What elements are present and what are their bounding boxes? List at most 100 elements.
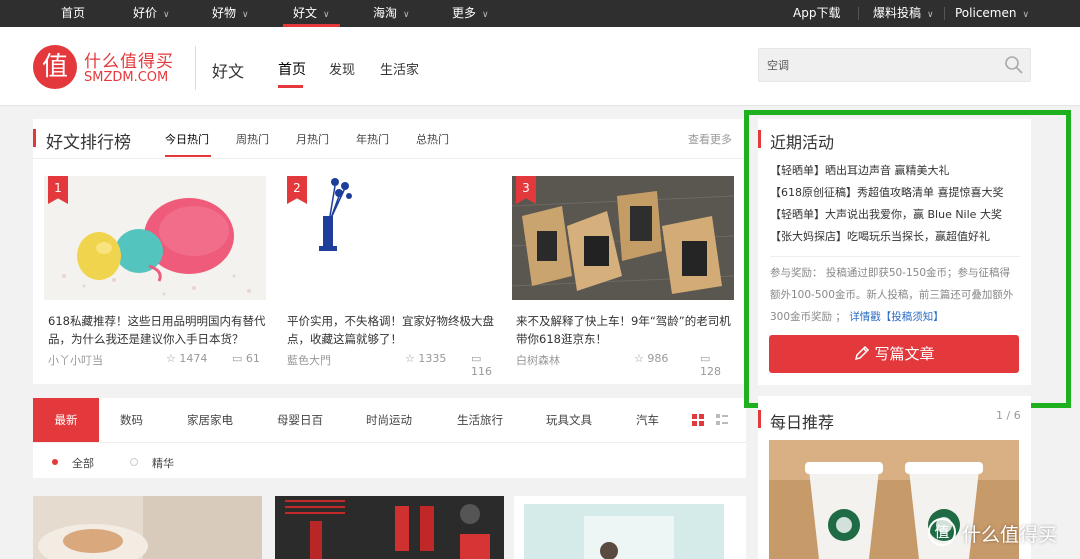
article-title[interactable]: 618私藏推荐！这些日用品明明国内有替代品，为什么我还是建议你入手日本货？ xyxy=(48,312,266,348)
comments: ▭ 116 xyxy=(471,352,505,378)
topnav-more-label: 更多 xyxy=(452,6,477,20)
article-thumbnail[interactable] xyxy=(33,496,262,559)
topnav-home[interactable]: 首页 xyxy=(61,0,85,27)
topnav-deals[interactable]: 好价 ∨ xyxy=(133,0,170,27)
star-icon: ☆ xyxy=(166,352,176,365)
section-accent-bar xyxy=(758,410,761,428)
radio-unselected-icon[interactable] xyxy=(130,458,138,466)
topnav-submit[interactable]: 爆料投稿 ∨ xyxy=(873,0,934,27)
username-label: Policemen xyxy=(955,6,1017,20)
site-header: 值 什么值得买 SMZDM.COM 好文 首页 发现 生活家 xyxy=(0,27,1080,106)
tab-latest[interactable]: 最新 xyxy=(33,398,99,442)
article-thumbnail[interactable]: 1 xyxy=(44,176,266,300)
divider xyxy=(33,442,746,443)
article-thumbnail[interactable] xyxy=(514,496,746,559)
comment-icon: ▭ xyxy=(232,352,243,365)
search-icon[interactable] xyxy=(1004,55,1024,75)
divider xyxy=(858,7,859,20)
chevron-down-icon: ∨ xyxy=(927,10,934,20)
topnav-user-menu[interactable]: Policemen ∨ xyxy=(955,0,1029,27)
topnav-goods[interactable]: 好物 ∨ xyxy=(212,0,249,27)
star-icon: ☆ xyxy=(405,352,415,365)
chevron-down-icon: ∨ xyxy=(323,10,330,20)
comment-count: 128 xyxy=(700,365,721,378)
tab-life-travel[interactable]: 生活旅行 xyxy=(457,398,503,442)
author-name[interactable]: 小丫小叮当 xyxy=(48,352,103,368)
topnav-app-label: App下载 xyxy=(793,6,841,20)
comment-count: 61 xyxy=(245,352,260,365)
chevron-down-icon: ∨ xyxy=(403,10,410,20)
section-accent-bar xyxy=(33,129,36,147)
tab-month-hot[interactable]: 月热门 xyxy=(296,131,329,147)
topnav-submit-label: 爆料投稿 xyxy=(873,6,922,20)
article-title[interactable]: 来不及解释了快上车！9年“驾龄”的老司机带你618逛京东！ xyxy=(516,312,734,348)
like-count: 1474 xyxy=(179,352,208,365)
nav-home[interactable]: 首页 xyxy=(278,59,306,79)
watermark-logo: 值 什么值得买 xyxy=(928,514,1078,554)
topnav-app-download[interactable]: App下载 xyxy=(793,0,840,27)
logo-icon[interactable]: 值 xyxy=(33,45,77,89)
likes: ☆ 1335 xyxy=(405,352,446,365)
logo-text[interactable]: 什么值得买 xyxy=(84,47,174,72)
topnav-haitao-label: 海淘 xyxy=(373,6,398,20)
nav-lifestyle[interactable]: 生活家 xyxy=(380,59,419,78)
tab-fashion-sports[interactable]: 时尚运动 xyxy=(366,398,412,442)
topnav-deals-label: 好价 xyxy=(133,6,158,20)
pager-indicator: 1 / 6 xyxy=(996,409,1021,422)
article-thumbnail[interactable]: 2 xyxy=(283,176,505,300)
highlight-box xyxy=(744,110,1071,408)
comments: ▭ 128 xyxy=(700,352,734,378)
tab-home-appliance[interactable]: 家居家电 xyxy=(187,398,233,442)
watermark-glyph: 值 xyxy=(928,518,956,546)
search-box xyxy=(758,48,1031,82)
daily-title: 每日推荐 xyxy=(770,413,835,432)
article-ranking-panel: 好文排行榜 今日热门 周热门 月热门 年热门 总热门 查看更多 1 618私藏推… xyxy=(33,119,746,384)
comment-count: 116 xyxy=(471,365,492,378)
article-thumbnail[interactable]: 3 xyxy=(512,176,734,300)
tab-all-hot[interactable]: 总热门 xyxy=(416,131,449,147)
nav-discover[interactable]: 发现 xyxy=(329,59,355,78)
likes: ☆ 1474 xyxy=(166,352,207,365)
chevron-down-icon: ∨ xyxy=(482,10,489,20)
list-view-icon[interactable] xyxy=(716,414,728,426)
tab-toys-stationery[interactable]: 玩具文具 xyxy=(546,398,592,442)
tab-mother-baby[interactable]: 母婴日百 xyxy=(277,398,323,442)
filter-all[interactable]: 全部 xyxy=(72,455,94,471)
comment-icon: ▭ xyxy=(700,352,711,365)
view-more-link[interactable]: 查看更多 xyxy=(688,131,732,147)
author-name[interactable]: 白树森林 xyxy=(516,352,560,368)
section-title: 好文 xyxy=(212,62,245,81)
active-nav-indicator xyxy=(278,85,303,88)
topnav-home-label: 首页 xyxy=(61,6,86,20)
tab-auto[interactable]: 汽车 xyxy=(636,398,659,442)
topnav-more[interactable]: 更多 ∨ xyxy=(452,0,489,27)
filter-featured[interactable]: 精华 xyxy=(152,455,174,471)
divider xyxy=(944,7,945,20)
topnav-goods-label: 好物 xyxy=(212,6,237,20)
topnav-haitao[interactable]: 海淘 ∨ xyxy=(373,0,410,27)
tab-week-hot[interactable]: 周热门 xyxy=(236,131,269,147)
category-tabs-panel: 最新 数码 家居家电 母婴日百 时尚运动 生活旅行 玩具文具 汽车 全部 精华 xyxy=(33,398,746,478)
chevron-down-icon: ∨ xyxy=(1022,10,1030,20)
topnav-articles-label: 好文 xyxy=(293,6,318,20)
grid-view-icon[interactable] xyxy=(692,414,704,426)
active-tab-indicator xyxy=(165,155,211,157)
radio-selected-icon[interactable] xyxy=(52,459,58,465)
tab-digital[interactable]: 数码 xyxy=(120,398,143,442)
divider xyxy=(33,158,746,159)
logo-domain[interactable]: SMZDM.COM xyxy=(84,70,168,85)
article-thumbnail[interactable] xyxy=(275,496,504,559)
tab-today-hot[interactable]: 今日热门 xyxy=(165,131,209,147)
divider xyxy=(195,46,196,90)
topnav-articles[interactable]: 好文 ∨ xyxy=(283,0,340,27)
watermark-text: 什么值得买 xyxy=(962,524,1058,546)
search-input[interactable] xyxy=(767,55,997,75)
top-nav-bar: 首页 好价 ∨ 好物 ∨ 好文 ∨ 海淘 ∨ 更多 ∨ App下载 爆料投稿 ∨ Polic… xyxy=(0,0,1080,27)
star-icon: ☆ xyxy=(634,352,644,365)
comments: ▭ 61 xyxy=(232,352,260,365)
like-count: 986 xyxy=(647,352,669,365)
tab-year-hot[interactable]: 年热门 xyxy=(356,131,389,147)
article-title[interactable]: 平价实用，不失格调！宜家好物终极大盘点，收藏这篇就够了！ xyxy=(287,312,505,348)
author-name[interactable]: 藍色大門 xyxy=(287,352,331,368)
chevron-down-icon: ∨ xyxy=(163,10,170,20)
